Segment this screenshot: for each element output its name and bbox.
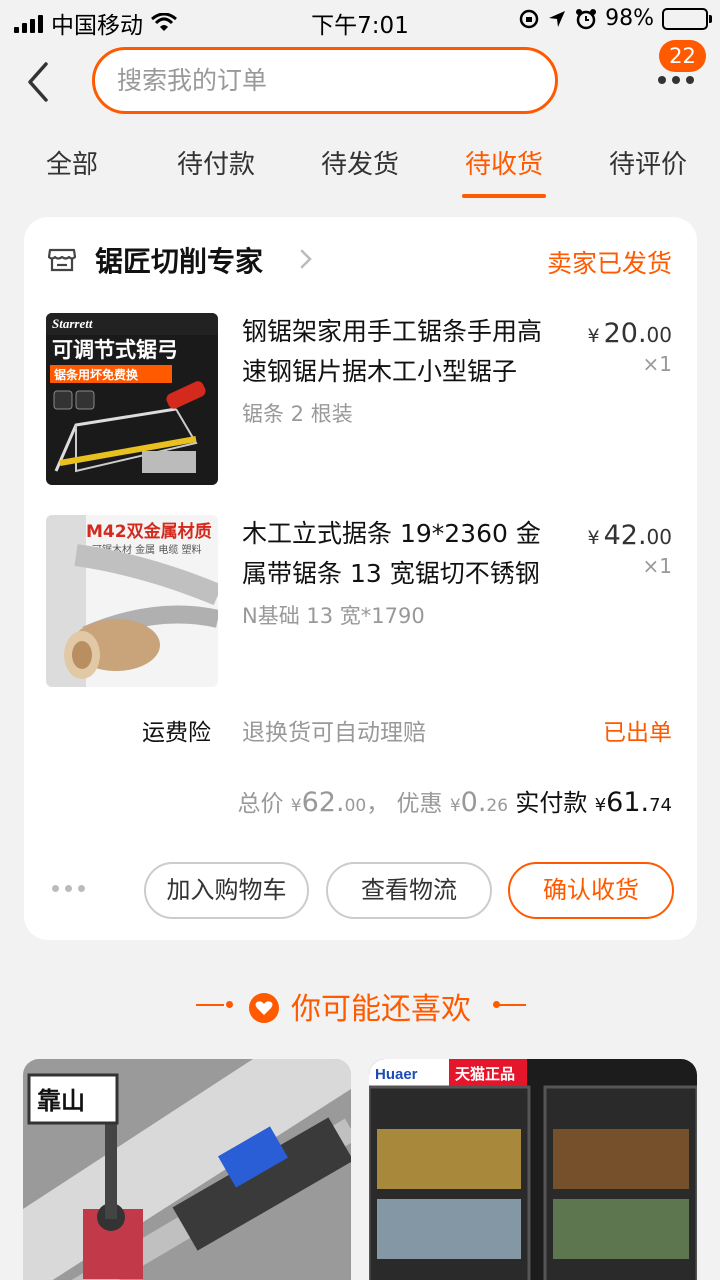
total-cents: 00: [344, 796, 367, 816]
paid-cents: 74: [649, 795, 672, 816]
add-to-cart-button[interactable]: 加入购物车: [144, 862, 309, 919]
shipping-insurance-label: 运费险: [142, 720, 211, 746]
order-status: 卖家已发货: [546, 249, 672, 278]
thumb-brand: Starrett: [52, 316, 93, 331]
product-title[interactable]: 木工立式据条 19*2360 金属带锯条 13 宽锯切不锈钢: [242, 514, 562, 594]
total-label: 总价: [237, 791, 284, 817]
tab-pending-shipment[interactable]: 待发货: [300, 144, 420, 181]
paid-integer: 61.: [606, 787, 650, 818]
more-dot-icon: [65, 885, 72, 892]
active-tab-indicator: [462, 194, 546, 198]
thumb-main-text: M42双金属材质: [86, 521, 212, 542]
order-tabs: 全部 待付款 待发货 待收货 待评价: [0, 128, 720, 198]
recommend-card[interactable]: Huaer 天猫正品: [369, 1059, 697, 1280]
tab-pending-review[interactable]: 待评价: [588, 144, 708, 181]
more-dot-icon: [78, 885, 85, 892]
battery-icon: [662, 7, 712, 30]
shop-icon: [48, 248, 76, 272]
message-count-badge: 22: [659, 40, 706, 72]
more-dot-icon: [658, 76, 666, 84]
battery-percent: 98%: [605, 6, 654, 31]
thumb-sub-text: 锯条用坏免费换: [54, 367, 139, 382]
product-sku: 锯条 2 根装: [242, 402, 353, 426]
more-dot-icon: [686, 76, 694, 84]
recommend-badge: 天猫正品: [455, 1065, 515, 1083]
product-thumbnail[interactable]: Starrett 可调节式锯弓 锯条用坏免费换: [46, 313, 218, 485]
price-currency: ¥: [587, 527, 600, 549]
product-thumbnail[interactable]: M42双金属材质 可锯木材 金属 电缆 塑料: [46, 515, 218, 687]
heart-icon: [249, 992, 279, 1023]
recommend-title: 你可能还喜欢: [0, 984, 720, 1028]
shipping-insurance-desc: 退换货可自动理赔: [242, 720, 426, 746]
order-totals: 总价 ¥62.00， 优惠 ¥0.26 实付款 ¥61.74: [237, 783, 672, 818]
thumb-main-text: 可调节式锯弓: [52, 338, 178, 362]
status-right: 98%: [519, 6, 712, 31]
product-sku: N基础 13 宽*1790: [242, 604, 425, 628]
product-price: ¥20.00: [588, 318, 673, 349]
recommend-card[interactable]: 靠山: [23, 1059, 351, 1280]
shop-name[interactable]: 锯匠切削专家: [95, 240, 263, 280]
price-cents: 00: [646, 525, 672, 549]
chevron-right-icon[interactable]: [299, 248, 313, 270]
more-actions-button[interactable]: [52, 885, 85, 892]
product-qty: ×1: [642, 352, 672, 376]
location-icon: [549, 10, 566, 27]
total-separator: ，: [366, 791, 390, 817]
total-integer: 62.: [301, 787, 345, 818]
tab-all[interactable]: 全部: [12, 144, 132, 181]
confirm-receipt-button[interactable]: 确认收货: [508, 862, 674, 919]
product-title[interactable]: 钢锯架家用手工锯条手用高速钢锯片据木工小型锯子: [242, 312, 562, 392]
alarm-icon: [576, 8, 597, 29]
price-cents: 00: [646, 323, 672, 347]
search-input[interactable]: 搜索我的订单: [92, 47, 558, 114]
price-currency: ¥: [587, 325, 600, 347]
paid-label: 实付款: [515, 789, 588, 817]
more-dot-icon: [672, 76, 680, 84]
rotation-lock-icon: [519, 9, 539, 28]
price-integer: 20.: [603, 318, 647, 349]
price-integer: 42.: [603, 520, 647, 551]
discount-currency: ¥: [449, 796, 461, 816]
total-currency: ¥: [290, 796, 302, 816]
chevron-left-icon: [28, 62, 48, 102]
discount-cents: 26: [486, 796, 509, 816]
recommend-brand: Huaer: [375, 1066, 418, 1083]
tab-pending-receipt[interactable]: 待收货: [444, 144, 564, 181]
shipping-insurance-status: 已出单: [603, 720, 672, 746]
back-button[interactable]: [22, 60, 58, 104]
more-dot-icon: [52, 885, 59, 892]
tab-pending-payment[interactable]: 待付款: [156, 144, 276, 181]
product-price: ¥42.00: [588, 520, 673, 551]
recommend-tag: 靠山: [37, 1087, 85, 1115]
paid-currency: ¥: [594, 795, 607, 816]
discount-label: 优惠: [396, 791, 443, 817]
product-qty: ×1: [642, 554, 672, 578]
view-logistics-button[interactable]: 查看物流: [326, 862, 492, 919]
status-bar: 中国移动 下午7:01 98%: [0, 0, 720, 40]
recommend-title-text: 你可能还喜欢: [291, 992, 471, 1027]
discount-integer: 0.: [460, 787, 487, 818]
